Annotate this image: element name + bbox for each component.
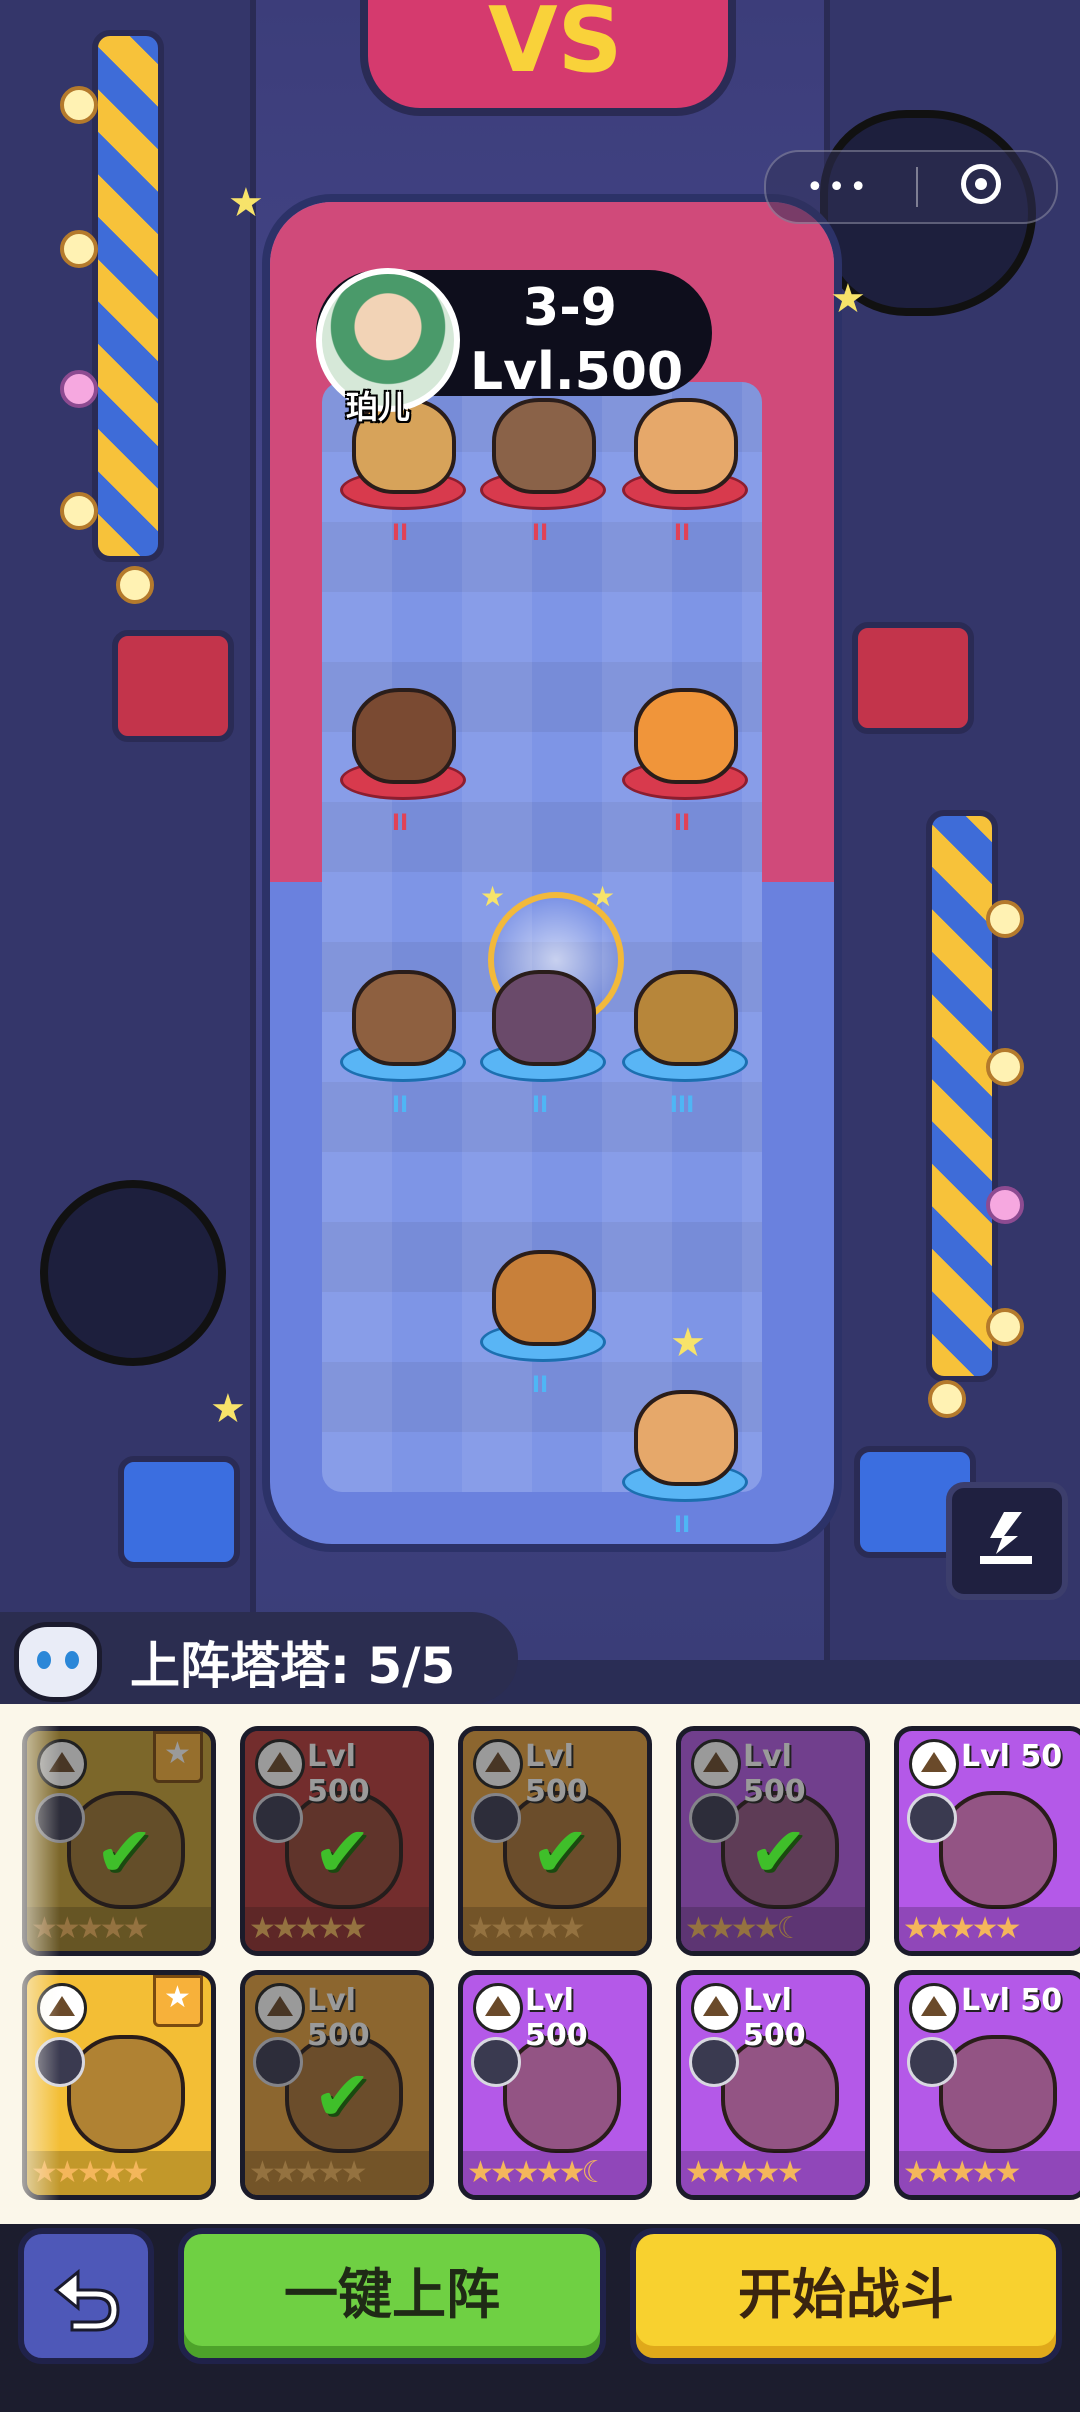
light-bulb bbox=[60, 86, 98, 124]
left-banner bbox=[92, 30, 164, 562]
one-click-deploy-button[interactable]: 一键上阵 bbox=[178, 2228, 606, 2364]
card-stars: ★★★★★ bbox=[681, 2151, 865, 2195]
role-icon bbox=[907, 2037, 957, 2087]
rarity-icon bbox=[691, 1983, 741, 2033]
unit-body bbox=[492, 1250, 596, 1346]
card-portrait bbox=[67, 2035, 185, 2153]
light-bulb bbox=[986, 1308, 1024, 1346]
red-star-block bbox=[852, 622, 974, 734]
back-button[interactable] bbox=[18, 2228, 154, 2364]
unit-rank: II bbox=[531, 521, 549, 546]
card-portrait bbox=[939, 2035, 1057, 2153]
card-portrait bbox=[939, 1791, 1057, 1909]
red-star-block bbox=[112, 630, 234, 742]
more-dots-icon[interactable]: ••• bbox=[806, 170, 871, 205]
unit-rank: II bbox=[391, 811, 409, 836]
light-bulb bbox=[116, 566, 154, 604]
unit-body bbox=[352, 688, 456, 784]
card-stars: ★★★★★ bbox=[899, 2151, 1080, 2195]
spotlight bbox=[40, 1180, 226, 1366]
unit-rank: II bbox=[673, 811, 691, 836]
unit-body bbox=[634, 1390, 738, 1486]
role-icon bbox=[471, 2037, 521, 2087]
enemy-unit[interactable]: II bbox=[330, 670, 470, 836]
rarity-icon bbox=[473, 1983, 523, 2033]
checkmark-icon: ✔ bbox=[749, 1811, 808, 1893]
checkmark-icon: ✔ bbox=[95, 1811, 154, 1893]
unit-rank: II bbox=[673, 1513, 691, 1538]
checkmark-icon: ✔ bbox=[531, 1811, 590, 1893]
ally-unit[interactable]: II bbox=[612, 1372, 752, 1538]
unit-rank: II bbox=[391, 521, 409, 546]
ally-unit[interactable]: II bbox=[330, 952, 470, 1118]
card-level: Lvl 500 bbox=[743, 1983, 806, 2053]
unit-rank: II bbox=[673, 521, 691, 546]
tower-card[interactable]: Lvl 500 ★★★★★ ✔ bbox=[458, 1726, 652, 1956]
tower-card[interactable]: Lvl 500 ★★★★★ ✔ bbox=[240, 1726, 434, 1956]
checkmark-icon: ✔ bbox=[313, 1811, 372, 1893]
card-stars: ★★★★★ bbox=[899, 1907, 1080, 1951]
unit-rank: III bbox=[669, 1093, 695, 1118]
cat-mascot-icon bbox=[14, 1622, 102, 1702]
card-level: Lvl 50 bbox=[961, 1983, 1063, 2018]
tower-card[interactable]: Lvl 50 ★★★★★ bbox=[894, 1726, 1080, 1956]
unit-body bbox=[634, 970, 738, 1066]
rarity-icon bbox=[909, 1983, 959, 2033]
arena-background: VS ★ ★ ★ ★ ★ ★ II II II II II II II III … bbox=[0, 0, 1080, 1660]
unit-body bbox=[492, 970, 596, 1066]
role-icon bbox=[907, 1793, 957, 1843]
card-level: Lvl 50 bbox=[961, 1739, 1063, 1774]
star-decoration: ★ bbox=[480, 880, 506, 913]
unit-rank: II bbox=[531, 1093, 549, 1118]
light-bulb bbox=[986, 900, 1024, 938]
tower-card[interactable]: Lvl 500 ★★★★☾ ✔ bbox=[676, 1726, 870, 1956]
download-button[interactable] bbox=[946, 1482, 1068, 1600]
opponent-level: Lvl.500 bbox=[470, 342, 684, 402]
tower-card[interactable]: Lvl 50 ★★★★★ bbox=[894, 1970, 1080, 2200]
tower-card[interactable]: Lvl 500 ★★★★★ bbox=[676, 1970, 870, 2200]
light-bulb bbox=[986, 1186, 1024, 1224]
enemy-unit[interactable]: II bbox=[612, 670, 752, 836]
miniprogram-capsule: ••• bbox=[764, 150, 1058, 224]
favorite-star-icon bbox=[153, 1975, 203, 2027]
checkmark-icon: ✔ bbox=[313, 2055, 372, 2137]
right-banner bbox=[926, 810, 998, 1382]
card-stars: ★★★★★☾ bbox=[463, 2151, 647, 2195]
tower-card[interactable]: Lvl 500 ★★★★★☾ bbox=[458, 1970, 652, 2200]
light-bulb bbox=[60, 230, 98, 268]
unit-body bbox=[352, 970, 456, 1066]
tower-card[interactable]: Lvl 500 ★★★★★ ✔ bbox=[240, 1970, 434, 2200]
opponent-stage: 3-9 bbox=[523, 278, 617, 338]
star-decoration: ★ bbox=[228, 180, 264, 226]
ally-unit[interactable]: II bbox=[470, 1232, 610, 1398]
light-bulb bbox=[60, 370, 98, 408]
unit-body bbox=[634, 398, 738, 494]
unit-body bbox=[492, 398, 596, 494]
target-icon[interactable] bbox=[961, 164, 1001, 204]
unit-body bbox=[634, 688, 738, 784]
opponent-name: 珀儿 bbox=[346, 388, 411, 426]
vs-sign: VS bbox=[360, 0, 736, 116]
star-decoration: ★ bbox=[830, 276, 866, 322]
card-level: Lvl 500 bbox=[525, 1983, 588, 2053]
light-bulb bbox=[928, 1380, 966, 1418]
download-icon bbox=[980, 1512, 1032, 1564]
ally-unit[interactable]: III bbox=[612, 952, 752, 1118]
rarity-icon bbox=[909, 1739, 959, 1789]
light-bulb bbox=[60, 492, 98, 530]
back-arrow-icon bbox=[53, 2268, 120, 2332]
roster-title: 上阵塔塔: 5/5 bbox=[130, 1637, 456, 1695]
role-icon bbox=[689, 2037, 739, 2087]
star-decoration: ★ bbox=[210, 1386, 246, 1432]
blue-cat-block bbox=[118, 1456, 240, 1568]
unit-rank: II bbox=[391, 1093, 409, 1118]
star-decoration: ★ bbox=[670, 1320, 706, 1366]
start-battle-button[interactable]: 开始战斗 bbox=[630, 2228, 1062, 2364]
ally-unit[interactable]: II bbox=[470, 952, 610, 1118]
unit-rank: II bbox=[531, 1373, 549, 1398]
light-bulb bbox=[986, 1048, 1024, 1086]
